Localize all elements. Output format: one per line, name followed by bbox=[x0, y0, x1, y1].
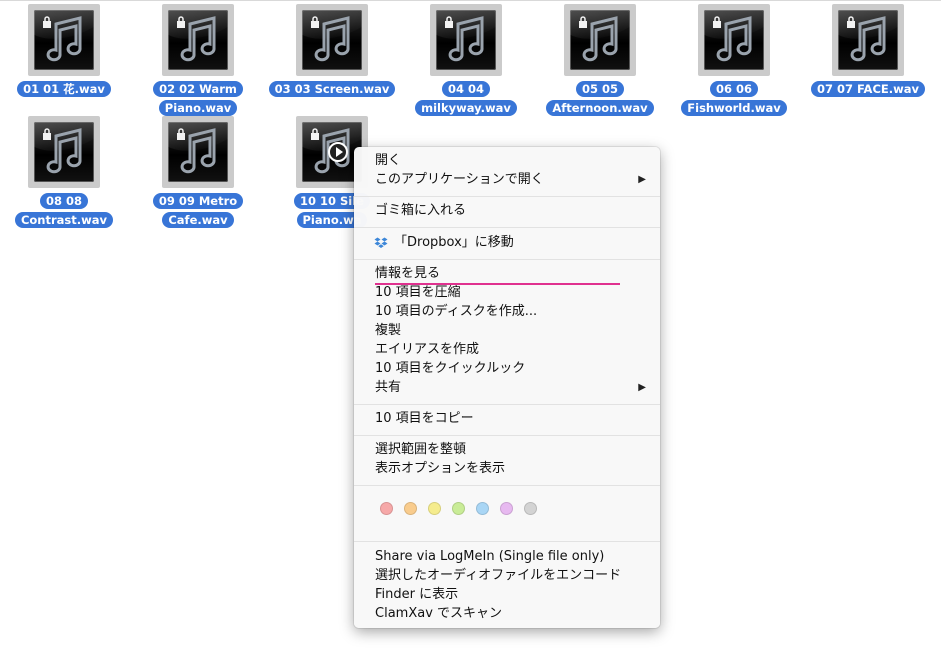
file-item[interactable]: 09 09 Metro Cafe.wav bbox=[133, 112, 263, 228]
menu-item-encode-audio[interactable]: 選択したオーディオファイルをエンコード bbox=[375, 566, 646, 585]
submenu-arrow-icon: ▶ bbox=[638, 174, 646, 185]
file-label: 01 01 花.wav bbox=[17, 81, 111, 97]
menu-item-show-view-options[interactable]: 表示オプションを表示 bbox=[375, 459, 646, 478]
submenu-arrow-icon: ▶ bbox=[638, 382, 646, 393]
menu-item-duplicate[interactable]: 複製 bbox=[375, 321, 646, 340]
dropbox-icon bbox=[374, 237, 388, 248]
tag-purple-dot[interactable] bbox=[500, 502, 513, 515]
menu-separator bbox=[354, 196, 660, 197]
menu-separator bbox=[354, 227, 660, 228]
audio-file-icon bbox=[832, 4, 904, 76]
menu-item-move-to-trash[interactable]: ゴミ箱に入れる bbox=[375, 201, 646, 220]
audio-file-icon bbox=[28, 116, 100, 188]
menu-item-show-in-finder[interactable]: Finder に表示 bbox=[375, 585, 646, 604]
file-item[interactable]: 08 08 Contrast.wav bbox=[0, 112, 129, 228]
context-menu: 開く このアプリケーションで開く ▶ ゴミ箱に入れる 「Dropbox」に移動 情… bbox=[354, 147, 660, 628]
file-item[interactable]: 07 07 FACE.wav bbox=[803, 0, 933, 110]
menu-item-clamxav-scan[interactable]: ClamXav でスキャン bbox=[375, 604, 646, 623]
tag-blue-dot[interactable] bbox=[476, 502, 489, 515]
file-label: 04 04 bbox=[441, 81, 490, 97]
file-item[interactable]: 04 04 milkyway.wav bbox=[401, 0, 531, 116]
tag-gray-dot[interactable] bbox=[524, 502, 537, 515]
file-item[interactable]: 05 05 Afternoon.wav bbox=[535, 0, 665, 116]
tag-orange-dot[interactable] bbox=[404, 502, 417, 515]
tag-green-dot[interactable] bbox=[452, 502, 465, 515]
menu-item-copy[interactable]: 10 項目をコピー bbox=[375, 409, 646, 428]
audio-file-icon bbox=[28, 4, 100, 76]
menu-item-compress[interactable]: 10 項目を圧縮 bbox=[375, 283, 646, 302]
audio-file-icon bbox=[430, 4, 502, 76]
file-item[interactable]: 03 03 Screen.wav bbox=[267, 0, 397, 110]
file-item[interactable]: 01 01 花.wav bbox=[0, 0, 129, 110]
menu-item-share[interactable]: 共有 ▶ bbox=[375, 378, 646, 397]
file-label: 03 03 Screen.wav bbox=[268, 81, 396, 97]
audio-file-icon bbox=[564, 4, 636, 76]
file-label: 06 06 bbox=[709, 81, 758, 97]
file-label: 02 02 Warm bbox=[153, 81, 243, 97]
highlight-underline bbox=[375, 283, 620, 285]
audio-file-icon bbox=[698, 4, 770, 76]
file-label: 09 09 Metro bbox=[152, 193, 244, 209]
file-label: 05 05 bbox=[575, 81, 624, 97]
menu-item-burn-disc[interactable]: 10 項目のディスクを作成... bbox=[375, 302, 646, 321]
audio-file-icon bbox=[162, 4, 234, 76]
menu-item-share-via-logmein[interactable]: Share via LogMeIn (Single file only) bbox=[375, 547, 646, 566]
menu-separator bbox=[354, 259, 660, 260]
audio-file-icon bbox=[296, 4, 368, 76]
tag-yellow-dot[interactable] bbox=[428, 502, 441, 515]
menu-separator bbox=[354, 435, 660, 436]
menu-separator bbox=[354, 404, 660, 405]
file-item[interactable]: 06 06 Fishworld.wav bbox=[669, 0, 799, 116]
menu-item-open-with[interactable]: このアプリケーションで開く ▶ bbox=[375, 170, 646, 189]
menu-separator bbox=[354, 485, 660, 486]
file-label-line-2: Cafe.wav bbox=[162, 212, 234, 228]
play-button-icon[interactable] bbox=[328, 142, 348, 162]
file-item[interactable]: 02 02 Warm Piano.wav bbox=[133, 0, 263, 116]
file-label: 07 07 FACE.wav bbox=[811, 81, 925, 97]
menu-item-open[interactable]: 開く bbox=[375, 151, 646, 170]
file-label-line-2: milkyway.wav bbox=[415, 100, 517, 116]
audio-file-icon bbox=[162, 116, 234, 188]
tag-red-dot[interactable] bbox=[380, 502, 393, 515]
menu-item-quick-look[interactable]: 10 項目をクイックルック bbox=[375, 359, 646, 378]
menu-item-get-info[interactable]: 情報を見る bbox=[375, 264, 646, 283]
file-label-line-2: Afternoon.wav bbox=[546, 100, 654, 116]
menu-separator bbox=[354, 541, 660, 542]
menu-item-clean-up-selection[interactable]: 選択範囲を整頓 bbox=[375, 440, 646, 459]
menu-item-move-to-dropbox[interactable]: 「Dropbox」に移動 bbox=[374, 233, 646, 252]
file-label-line-2: Fishworld.wav bbox=[681, 100, 787, 116]
menu-item-make-alias[interactable]: エイリアスを作成 bbox=[375, 340, 646, 359]
file-label: 08 08 Contrast.wav bbox=[14, 193, 114, 228]
